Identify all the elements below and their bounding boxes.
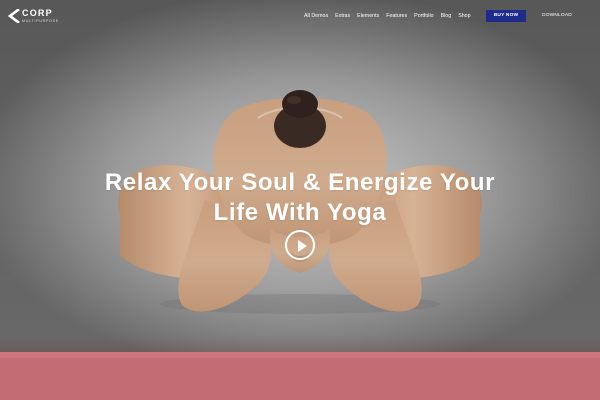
top-navigation: CORP MULTIPURPOSE All Demos Extras Eleme…	[0, 0, 600, 34]
nav-link-features[interactable]: Features	[386, 10, 407, 22]
buy-now-button[interactable]: BUY NOW	[486, 10, 526, 22]
corp-logo-icon	[8, 9, 20, 23]
nav-link-extras[interactable]: Extras	[335, 10, 350, 22]
nav-link-blog[interactable]: Blog	[441, 10, 452, 22]
play-video-button[interactable]	[285, 230, 315, 260]
hero-title-line-2: Life With Yoga	[213, 199, 387, 227]
nav-link-all-demos[interactable]: All Demos	[304, 10, 328, 22]
main-menu: All Demos Extras Elements Features Portf…	[304, 10, 471, 22]
nav-link-elements[interactable]: Elements	[357, 10, 379, 22]
nav-link-portfolio[interactable]: Portfolio	[414, 10, 433, 22]
play-icon	[298, 240, 307, 252]
nav-link-shop[interactable]: Shop	[458, 10, 470, 22]
hero-page: CORP MULTIPURPOSE All Demos Extras Eleme…	[0, 0, 600, 400]
hero-title-line-1: Relax Your Soul & Energize Your	[104, 169, 496, 197]
brand-logo[interactable]: CORP MULTIPURPOSE	[8, 8, 70, 26]
hero-title: Relax Your Soul & Energize Your Life Wit…	[80, 168, 520, 228]
download-button[interactable]: DOWNLOAD	[540, 10, 574, 22]
brand-tagline: MULTIPURPOSE	[22, 19, 59, 23]
brand-name: CORP	[22, 8, 53, 18]
